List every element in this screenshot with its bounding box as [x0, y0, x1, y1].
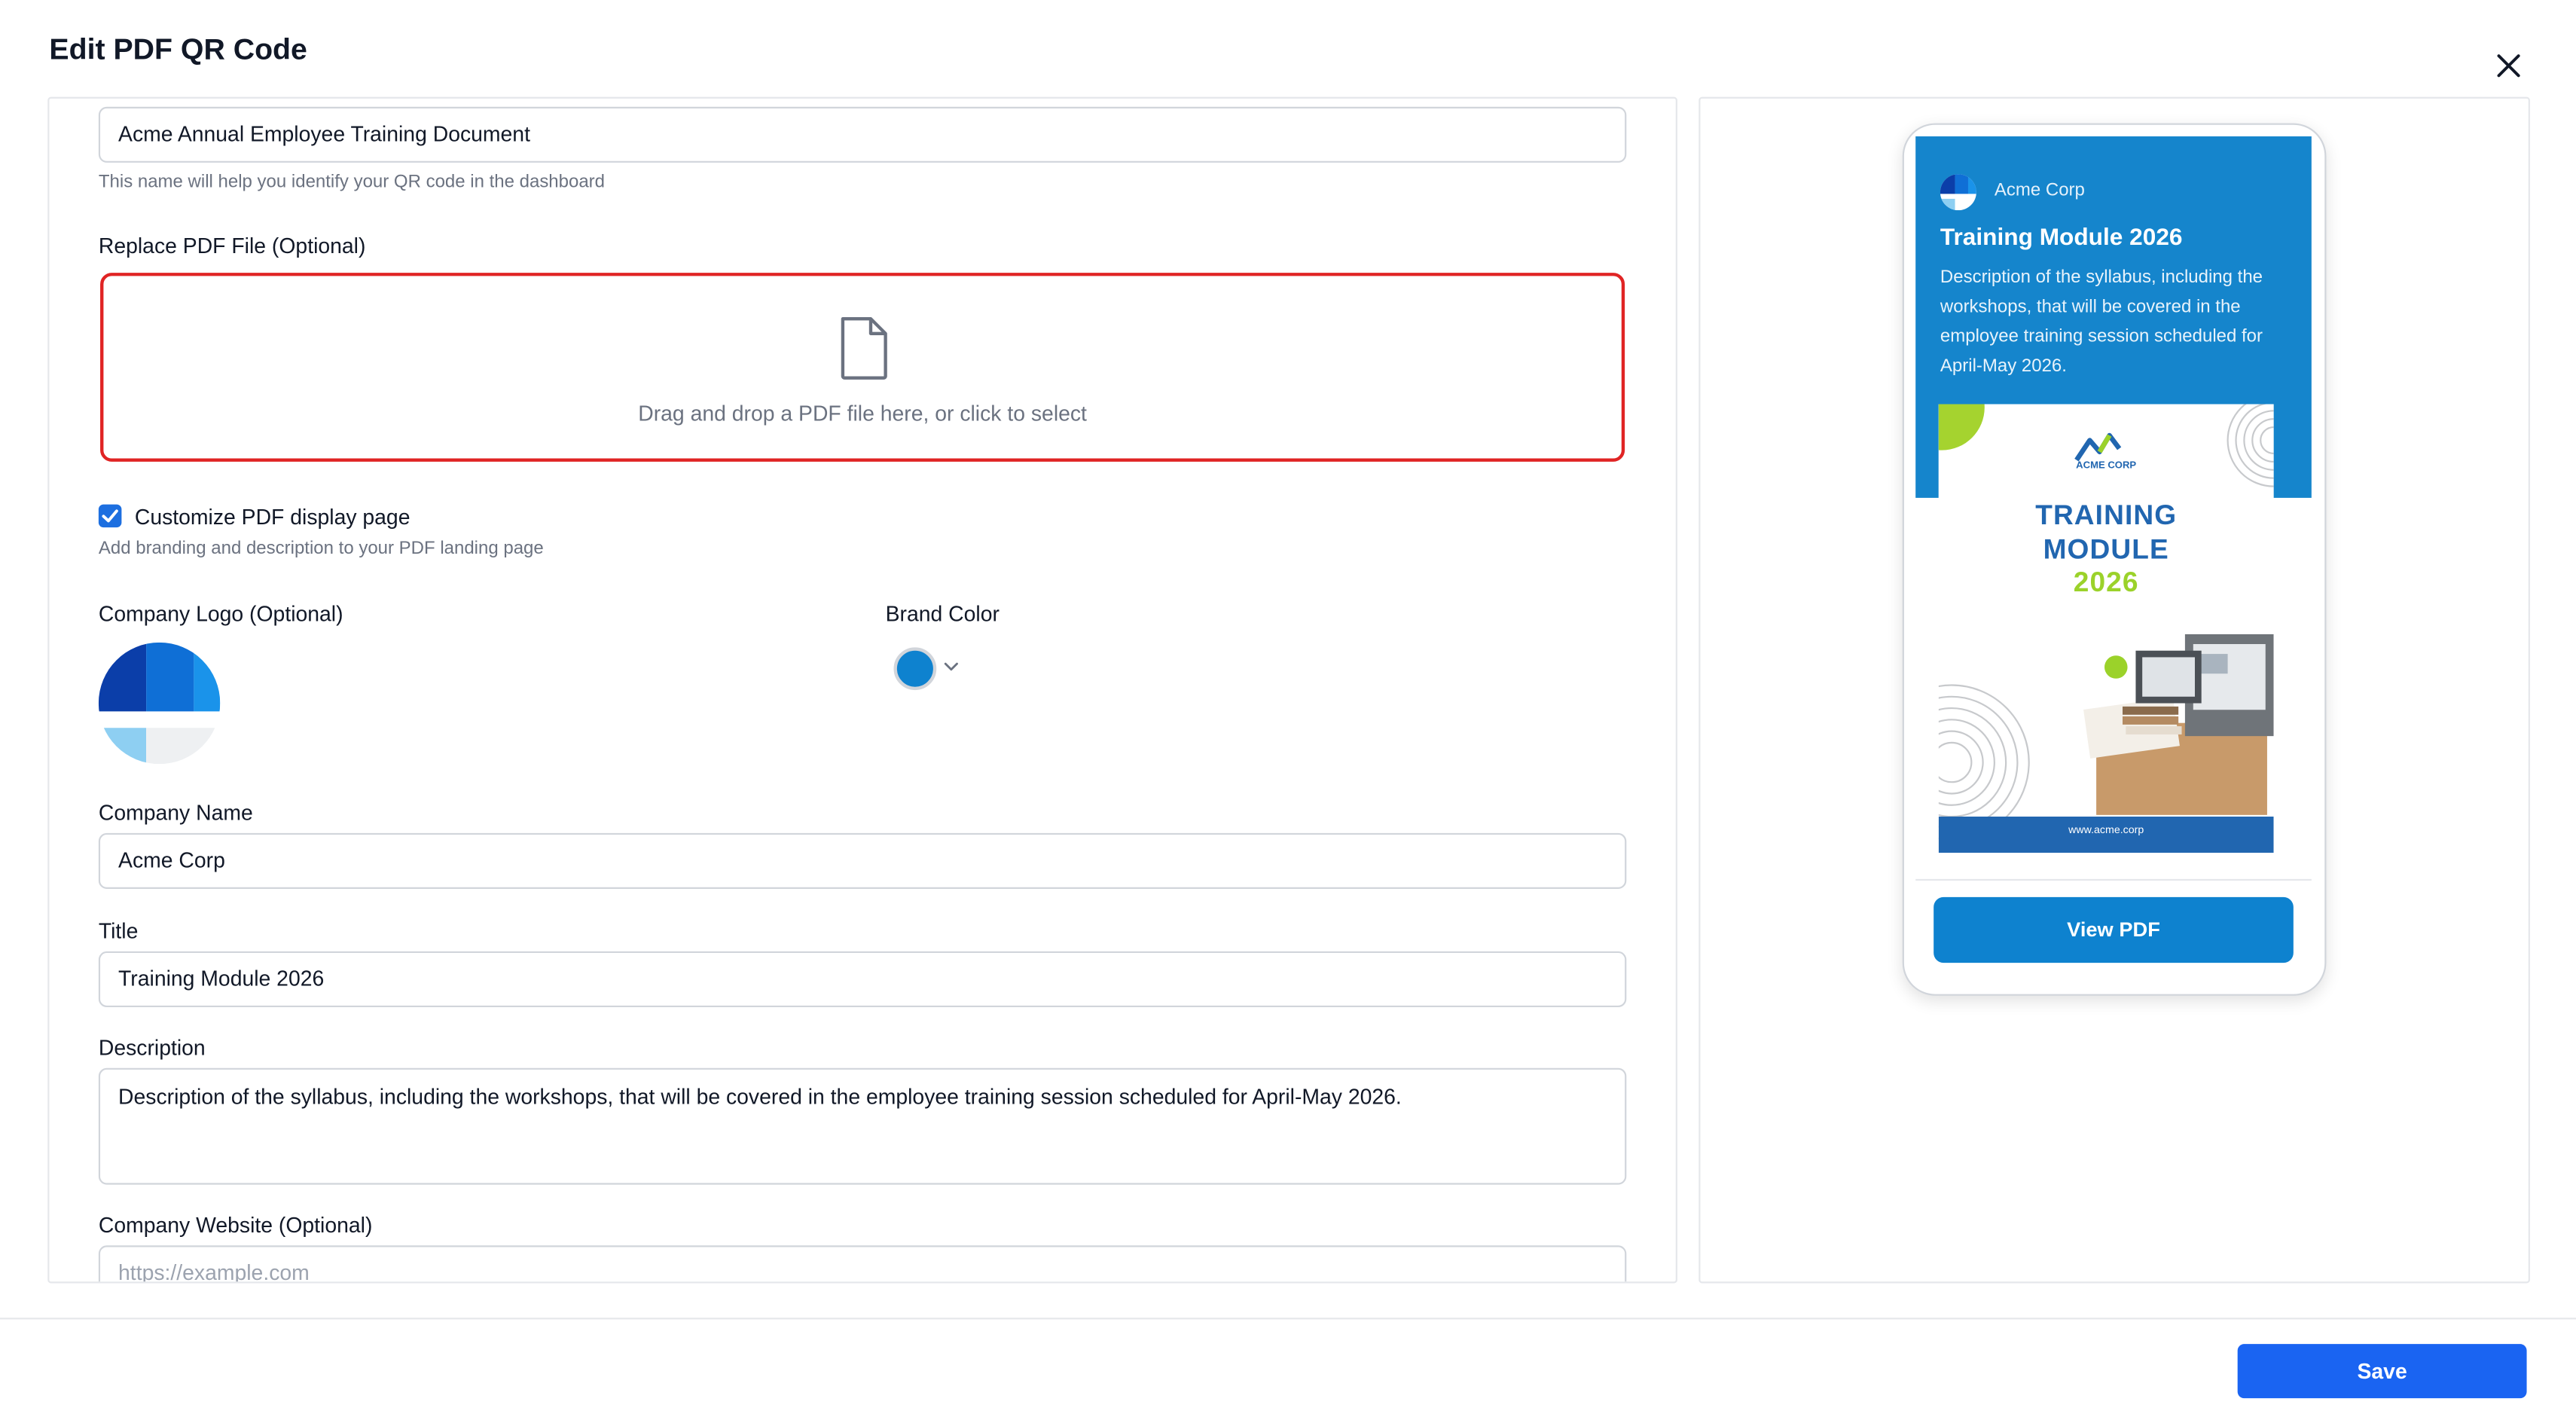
preview-divider: [1915, 878, 2312, 881]
file-icon: [841, 316, 887, 380]
preview-title: Training Module 2026: [1940, 224, 2183, 252]
description-textarea[interactable]: Description of the syllabus, including t…: [98, 1067, 1627, 1185]
website-input[interactable]: https://example.com: [98, 1245, 1627, 1282]
qr-name-hint: This name will help you identify your QR…: [98, 173, 606, 193]
doc-heading-line-2: MODULE: [2043, 533, 2169, 566]
doc-url: www.acme.corp: [2068, 824, 2144, 837]
doc-heading-training: TRAINING MODULE: [1939, 498, 2274, 567]
brand-color-label: Brand Color: [885, 601, 1000, 627]
replace-pdf-label: Replace PDF File (Optional): [98, 233, 366, 258]
save-button[interactable]: Save: [2237, 1344, 2527, 1399]
form-panel: Acme Annual Employee Training Document T…: [47, 96, 1677, 1284]
modal-title: Edit PDF QR Code: [49, 32, 307, 66]
customize-checkbox[interactable]: [98, 504, 122, 528]
company-logo-image[interactable]: [98, 642, 221, 765]
footer-divider: [0, 1318, 2576, 1320]
title-label: Title: [98, 918, 139, 943]
view-pdf-button[interactable]: View PDF: [1934, 896, 2294, 963]
brand-color-swatch[interactable]: [893, 647, 937, 691]
qr-name-input[interactable]: Acme Annual Employee Training Document: [98, 106, 1627, 163]
doc-heading-line-1: TRAINING: [2035, 499, 2178, 531]
pdf-dropzone[interactable]: Drag and drop a PDF file here, or click …: [100, 273, 1625, 462]
pdf-cover-thumbnail: ACME CORP TRAINING MODULE 2026 www.acme.…: [1938, 404, 2274, 853]
doc-brand-text: ACME CORP: [2076, 461, 2137, 472]
preview-panel: Acme Corp Training Module 2026 Descripti…: [1699, 96, 2530, 1284]
dropzone-text: Drag and drop a PDF file here, or click …: [638, 401, 1087, 426]
company-name-label: Company Name: [98, 800, 253, 825]
title-input[interactable]: Training Module 2026: [98, 951, 1627, 1008]
check-icon: [102, 509, 118, 523]
edit-pdf-qr-modal: Edit PDF QR Code Acme Annual Employee Tr…: [0, 0, 2576, 1423]
company-name-input[interactable]: Acme Corp: [98, 832, 1627, 889]
company-logo-label: Company Logo (Optional): [98, 601, 343, 627]
customize-hint: Add branding and description to your PDF…: [98, 539, 544, 559]
doc-heading-year: 2026: [2073, 566, 2139, 598]
website-label: Company Website (Optional): [98, 1212, 373, 1238]
customize-label[interactable]: Customize PDF display page: [135, 505, 411, 530]
preview-company: Acme Corp: [1994, 180, 2085, 201]
phone-preview: Acme Corp Training Module 2026 Descripti…: [1902, 123, 2327, 996]
close-icon[interactable]: [2491, 47, 2527, 84]
description-label: Description: [98, 1035, 206, 1060]
chevron-down-icon[interactable]: [943, 661, 960, 673]
preview-logo-icon: [1940, 174, 1976, 211]
preview-description: Description of the syllabus, including t…: [1940, 267, 2263, 377]
